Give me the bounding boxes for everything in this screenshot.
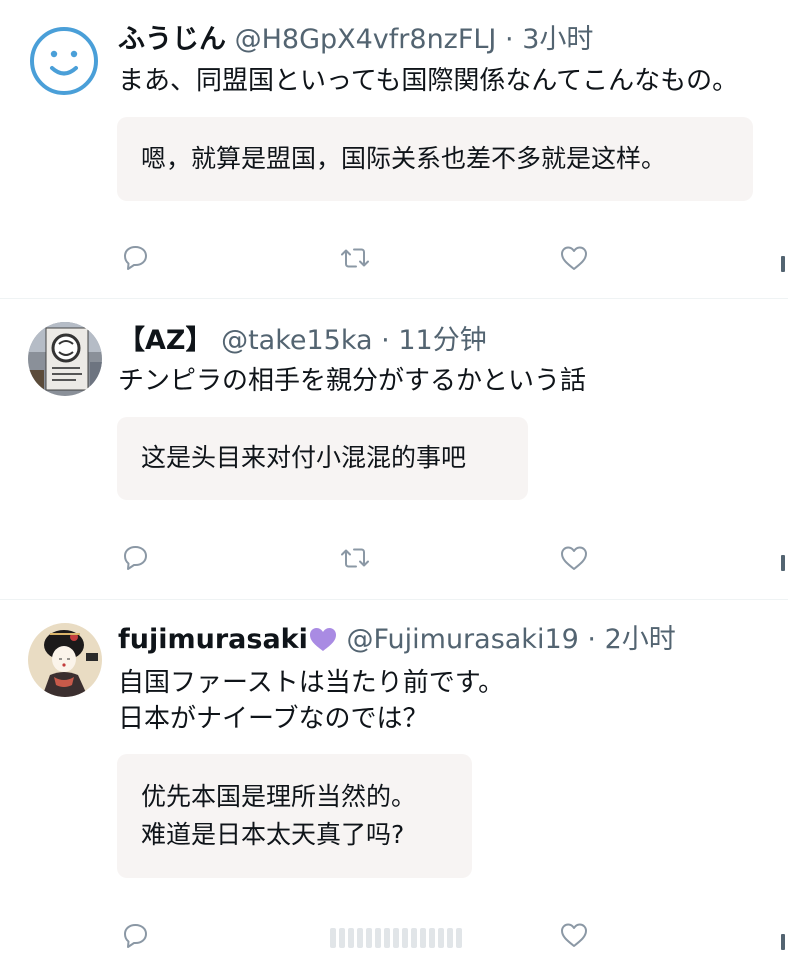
translation-box: 优先本国是理所当然的。 难道是日本太天真了吗? [117, 754, 472, 878]
share-icon[interactable] [781, 555, 785, 571]
post-text-line: 自国ファーストは当たり前です。 [118, 668, 505, 698]
heart-icon [561, 923, 587, 947]
avatar[interactable] [28, 25, 100, 97]
post-time[interactable]: 11分钟 [398, 325, 486, 356]
post-header: fujimurasaki @Fujimurasaki19 · 2小时 [118, 622, 676, 658]
post-text: まあ、同盟国といっても国際関係なんてこんなもの。 [118, 63, 738, 99]
post-time[interactable]: 2小时 [605, 624, 676, 655]
reply-button[interactable] [118, 918, 152, 952]
post-text-line: まあ、同盟国といっても国際関係なんてこんなもの。 [118, 66, 739, 96]
translation-box: 嗯，就算是盟国，国际关系也差不多就是这样。 [117, 117, 753, 201]
retweet-icon [341, 248, 369, 268]
retweet-icon [341, 548, 369, 568]
user-handle[interactable]: @take15ka [221, 325, 372, 356]
post-header: 【AZ】 @take15ka · 11分钟 [118, 323, 487, 359]
like-button[interactable] [557, 241, 591, 275]
retweet-button[interactable] [338, 541, 372, 575]
purple-heart-icon [309, 628, 336, 651]
watermark [330, 926, 462, 950]
separator-dot: · [381, 325, 390, 356]
reply-icon [124, 924, 147, 948]
post-1[interactable]: ふうじん @H8GpX4vfr8nzFLJ · 3小时 まあ、同盟国といっても国… [0, 0, 788, 298]
translation-line: 难道是日本太天真了吗? [141, 820, 405, 849]
reply-button[interactable] [118, 240, 152, 274]
retweet-button[interactable] [338, 241, 372, 275]
like-button[interactable] [557, 918, 591, 952]
post-2[interactable]: 【AZ】 @take15ka · 11分钟 チンピラの相手を親分がするかという話… [0, 299, 788, 598]
share-icon[interactable] [781, 256, 785, 272]
smiley-face-icon [30, 27, 98, 95]
post-text: チンピラの相手を親分がするかという話 [118, 363, 586, 399]
display-name[interactable]: 【AZ】 [118, 325, 212, 356]
storefront-photo-icon [28, 322, 102, 396]
heart-icon [561, 246, 587, 270]
translation-line: 优先本国是理所当然的。 [141, 782, 417, 811]
user-handle[interactable]: @H8GpX4vfr8nzFLJ [235, 24, 497, 55]
display-name[interactable]: ふうじん [118, 24, 226, 55]
avatar[interactable] [28, 322, 102, 396]
reply-icon [124, 246, 147, 270]
avatar[interactable] [28, 623, 102, 697]
like-button[interactable] [557, 541, 591, 575]
post-time[interactable]: 3小时 [522, 24, 593, 55]
user-handle[interactable]: @Fujimurasaki19 [346, 624, 578, 655]
post-text: 自国ファーストは当たり前です。 日本がナイーブなのでは？ [118, 665, 504, 737]
translation-line: 嗯，就算是盟国，国际关系也差不多就是这样。 [141, 144, 667, 173]
post-text-line: チンピラの相手を親分がするかという話 [118, 366, 587, 396]
separator-dot: · [587, 624, 596, 655]
heart-icon [561, 546, 587, 570]
geisha-painting-icon [28, 623, 102, 697]
reply-button[interactable] [118, 540, 152, 574]
translation-line: 这是头目来对付小混混的事吧 [141, 443, 467, 472]
post-3[interactable]: fujimurasaki @Fujimurasaki19 · 2小时 自国ファー… [0, 600, 788, 958]
translation-box: 这是头目来对付小混混的事吧 [117, 417, 528, 500]
post-text-line: 日本がナイーブなのでは？ [118, 704, 429, 734]
display-name[interactable]: fujimurasaki [118, 624, 308, 655]
separator-dot: · [505, 24, 514, 55]
reply-icon [124, 546, 147, 570]
share-icon[interactable] [781, 934, 785, 950]
post-header: ふうじん @H8GpX4vfr8nzFLJ · 3小时 [118, 22, 593, 58]
